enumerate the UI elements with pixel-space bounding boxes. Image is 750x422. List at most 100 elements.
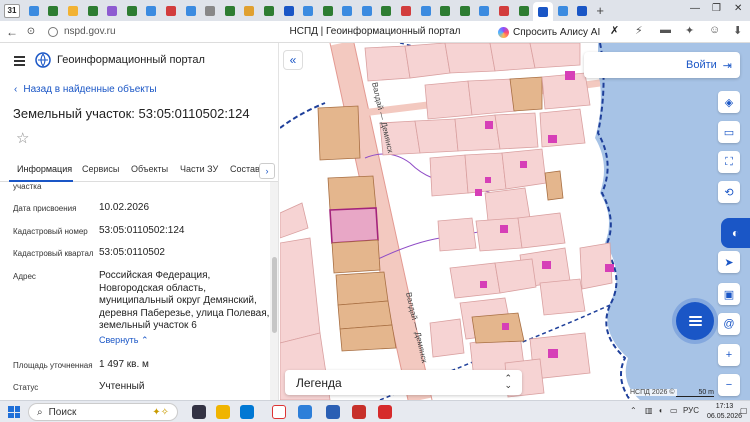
tab-parts[interactable]: Части ЗУ — [180, 164, 218, 174]
browser-tab[interactable] — [396, 3, 416, 19]
collapse-panel-button[interactable]: « — [283, 50, 303, 70]
tabs-next-icon[interactable]: › — [259, 163, 275, 179]
windows-start-icon[interactable] — [8, 406, 20, 418]
browser-tab[interactable] — [279, 3, 299, 19]
browser-tab[interactable] — [553, 3, 573, 19]
login-button[interactable]: Войти ⇥ — [584, 52, 740, 78]
land-parcel[interactable] — [529, 43, 581, 69]
browser-tab[interactable] — [200, 3, 220, 19]
land-parcel[interactable] — [429, 318, 465, 358]
land-parcel[interactable] — [494, 258, 537, 294]
land-parcel[interactable] — [501, 148, 547, 190]
fullscreen-icon[interactable]: ⛶ — [718, 151, 740, 173]
tab-objects[interactable]: Объекты — [131, 164, 168, 174]
land-parcel[interactable] — [414, 118, 459, 154]
settings-icon[interactable]: ✦ — [685, 24, 694, 37]
browser-tab[interactable] — [83, 3, 103, 19]
collapse-link[interactable]: Свернуть ⌃ — [99, 335, 149, 346]
browser-tab[interactable] — [220, 3, 240, 19]
land-parcel[interactable] — [337, 300, 393, 330]
land-parcel[interactable] — [437, 217, 477, 252]
land-parcel[interactable] — [339, 324, 397, 352]
browser-tab[interactable] — [240, 3, 260, 19]
ruler-icon[interactable]: ▭ — [718, 121, 740, 143]
browser-tab[interactable] — [181, 3, 201, 19]
yandex-protect-icon[interactable]: ⊙ — [24, 26, 38, 37]
browser-tab[interactable] — [63, 3, 83, 19]
at-sign-icon[interactable]: @ — [718, 313, 740, 335]
ask-alice-button[interactable]: Спросить Алису AI — [498, 24, 600, 40]
land-parcel[interactable] — [544, 170, 564, 201]
back-to-results-link[interactable]: ‹ Назад в найденные объекты — [14, 84, 163, 95]
language-indicator[interactable]: РУС — [683, 406, 699, 415]
browser-tab[interactable] — [318, 3, 338, 19]
yandex-browser-icon[interactable] — [272, 405, 286, 419]
volume-icon[interactable]: ◖ — [658, 406, 663, 415]
browser-tab[interactable] — [357, 3, 377, 19]
browser-tab[interactable] — [455, 3, 475, 19]
tab-counter[interactable]: 31 — [4, 3, 20, 18]
browser-tab[interactable] — [377, 3, 397, 19]
favorite-star-icon[interactable]: ☆ — [16, 131, 29, 146]
lock-icon[interactable] — [48, 26, 58, 37]
land-parcel[interactable] — [494, 112, 539, 150]
land-parcel[interactable] — [335, 271, 389, 306]
land-parcel[interactable] — [404, 43, 451, 79]
browser-tab[interactable] — [298, 3, 318, 19]
layers-icon[interactable]: ◈ — [718, 91, 740, 113]
minimize-icon[interactable]: — — [690, 3, 700, 14]
browser-tab[interactable] — [514, 3, 534, 19]
screenshot-icon[interactable]: ▣ — [718, 283, 740, 305]
tab-composition[interactable]: Состав — [230, 164, 260, 174]
zoom-in-button[interactable]: + — [718, 344, 740, 366]
url-field[interactable]: nspd.gov.ru — [64, 26, 116, 37]
land-parcel[interactable] — [484, 187, 531, 222]
land-parcel[interactable] — [475, 217, 523, 252]
locate-icon[interactable]: ➤ — [718, 251, 740, 273]
map-canvas[interactable]: Валдай — Демянск Валдай — Демянск — [280, 43, 750, 400]
browser-tab[interactable] — [573, 3, 593, 19]
notifications-icon[interactable]: ▢ — [740, 406, 748, 415]
browser-tab[interactable] — [494, 3, 514, 19]
land-parcel[interactable] — [317, 105, 361, 161]
land-parcel[interactable] — [449, 262, 501, 299]
tab-services[interactable]: Сервисы — [82, 164, 119, 174]
extensions-icon[interactable]: ✗ — [610, 24, 619, 37]
land-parcel[interactable] — [489, 43, 536, 72]
back-arrow-icon[interactable]: ← — [5, 25, 19, 39]
land-parcel[interactable] — [454, 114, 501, 152]
close-window-icon[interactable]: ✕ — [734, 3, 742, 14]
task-view-icon[interactable] — [192, 405, 206, 419]
clock[interactable]: 17:13 06.05.2026 — [707, 402, 742, 422]
download-arrow-icon[interactable]: ⬇ — [733, 24, 742, 37]
store-icon[interactable] — [240, 405, 254, 419]
land-parcel[interactable] — [364, 45, 411, 82]
legend-dropdown[interactable]: Легенда ⌃ ⌄ — [285, 370, 522, 395]
file-explorer-icon[interactable] — [216, 405, 230, 419]
mail-icon[interactable] — [298, 405, 312, 419]
browser-tab[interactable] — [161, 3, 181, 19]
browser-tab[interactable] — [338, 3, 358, 19]
browser-tab[interactable] — [475, 3, 495, 19]
assistant-side-tab[interactable]: ◐ — [721, 218, 750, 248]
browser-tab[interactable] — [102, 3, 122, 19]
share-icon[interactable]: ⚡ — [635, 24, 643, 37]
land-parcel[interactable] — [327, 175, 377, 211]
battery-icon[interactable]: ▭ — [670, 406, 678, 415]
land-parcel[interactable] — [517, 212, 566, 249]
share-map-icon[interactable]: ⟲ — [718, 181, 740, 203]
land-parcel[interactable] — [331, 239, 381, 274]
menu-icon[interactable] — [14, 56, 25, 68]
pdf-reader-icon[interactable] — [378, 405, 392, 419]
profile-icon[interactable]: ☺ — [709, 24, 720, 36]
taskbar-search[interactable]: ⌕ Поиск ✦✧ — [28, 403, 178, 421]
land-parcel[interactable] — [539, 108, 586, 148]
browser-tab[interactable] — [416, 3, 436, 19]
land-parcel[interactable] — [444, 43, 496, 74]
tray-chevron-icon[interactable]: ⌃ — [630, 406, 637, 415]
chat-button[interactable] — [676, 302, 714, 340]
browser-tab[interactable] — [122, 3, 142, 19]
browser-tab[interactable] — [24, 3, 44, 19]
zoom-out-button[interactable]: − — [718, 374, 740, 396]
browser-tab[interactable] — [435, 3, 455, 19]
